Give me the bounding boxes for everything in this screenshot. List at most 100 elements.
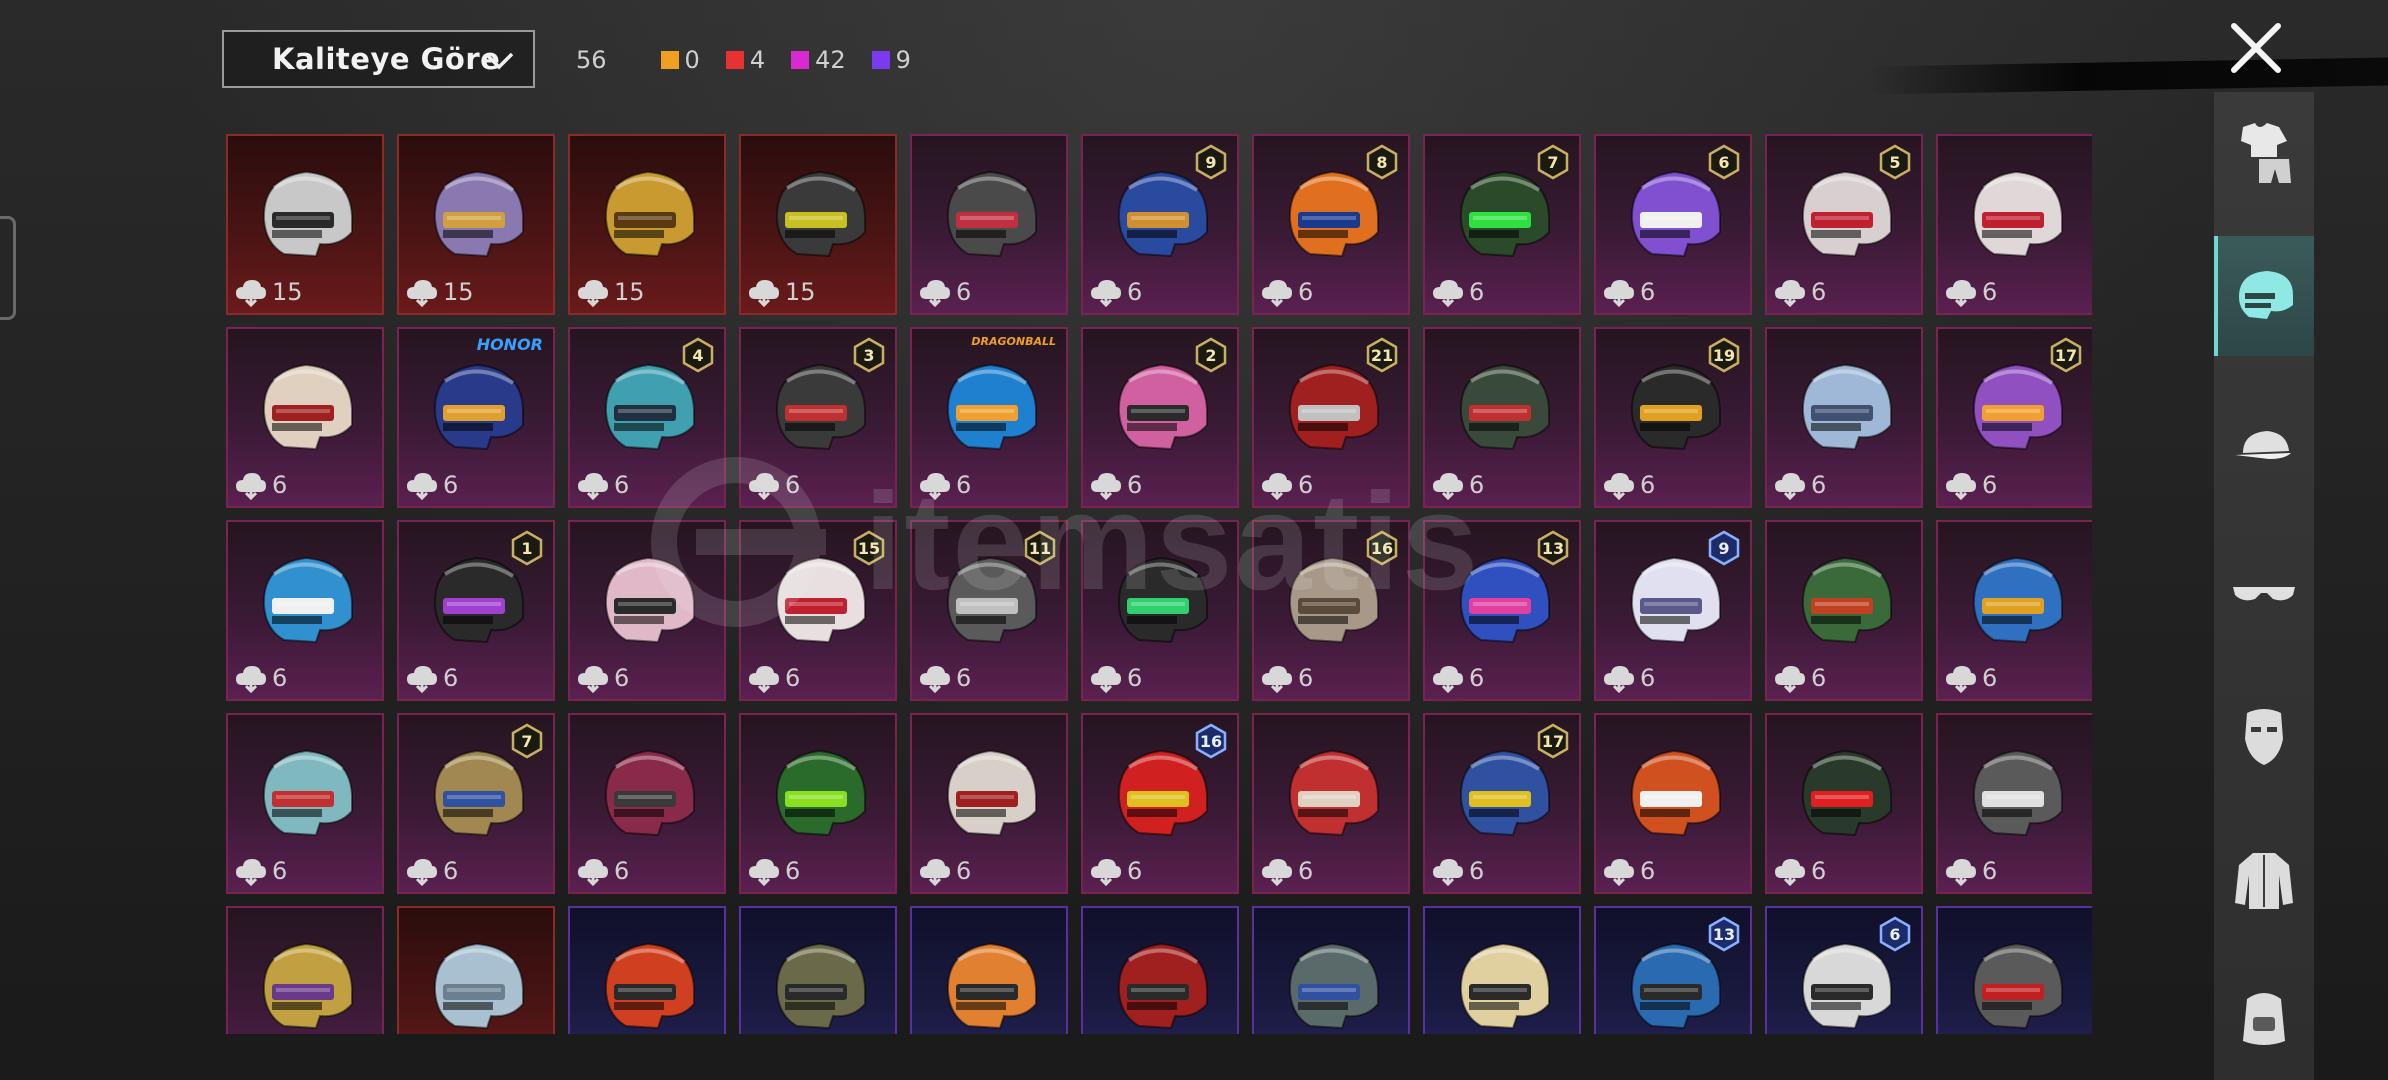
item-cost: 6 — [1602, 470, 1655, 500]
inventory-item-tile[interactable]: 6 — [568, 520, 726, 701]
helmet-item-icon — [946, 942, 1037, 1030]
inventory-item-tile[interactable]: 6 — [226, 327, 384, 508]
inventory-item-tile[interactable]: 6 — [1936, 520, 2092, 701]
item-cost-value: 6 — [1982, 857, 1998, 885]
inventory-item-tile[interactable]: 15 6 — [739, 520, 897, 701]
item-cost: 6 — [1089, 663, 1142, 693]
inventory-item-tile[interactable]: 76 — [1423, 134, 1581, 315]
sidebar-item-helmet[interactable] — [2214, 236, 2314, 356]
helmet-item-icon — [433, 363, 524, 451]
item-cost: 6 — [1089, 856, 1142, 886]
inventory-item-tile[interactable]: 15 — [739, 134, 897, 315]
helmet-item-icon — [775, 942, 866, 1030]
inventory-item-tile[interactable]: 36 — [739, 327, 897, 508]
inventory-item-tile[interactable]: 6 — [1081, 520, 1239, 701]
total-count: 56 — [576, 46, 607, 74]
level-badge: 11 — [1022, 530, 1058, 566]
inventory-item-tile[interactable]: 6 — [739, 713, 897, 894]
inventory-item-tile[interactable]: 96 — [1594, 520, 1752, 701]
cloud-currency-icon — [578, 473, 608, 500]
inventory-item-tile[interactable]: 13 6 — [1423, 520, 1581, 701]
inventory-item-tile[interactable]: 46 — [568, 327, 726, 508]
inventory-item-tile[interactable]: 15 — [568, 134, 726, 315]
helmet-item-icon — [946, 170, 1037, 258]
inventory-item-tile[interactable]: 6 — [1765, 327, 1923, 508]
sidebar-item-mask[interactable] — [2214, 676, 2314, 796]
inventory-item-tile[interactable]: 76 — [397, 713, 555, 894]
inventory-item-tile[interactable] — [397, 906, 555, 1034]
inventory-item-tile[interactable]: 6 — [1936, 713, 2092, 894]
left-edge-handle[interactable] — [0, 216, 16, 320]
item-cost-value: 6 — [1127, 664, 1143, 692]
inventory-item-tile[interactable]: 16 — [397, 520, 555, 701]
inventory-item-tile[interactable]: 6 — [1594, 713, 1752, 894]
inventory-item-tile[interactable]: 6 — [226, 713, 384, 894]
inventory-item-tile[interactable] — [226, 906, 384, 1034]
quality-swatch — [660, 51, 679, 69]
inventory-item-tile[interactable] — [910, 906, 1068, 1034]
level-badge: 1 — [509, 530, 545, 566]
inventory-item-tile[interactable] — [1936, 906, 2092, 1034]
inventory-item-tile[interactable]: 15 — [226, 134, 384, 315]
inventory-item-tile[interactable]: 6 — [226, 520, 384, 701]
inventory-item-tile[interactable]: 6 — [910, 713, 1068, 894]
inventory-item-tile[interactable]: 13 — [1594, 906, 1752, 1034]
level-badge: 2 — [1193, 337, 1229, 373]
inventory-item-tile[interactable]: 56 — [1765, 134, 1923, 315]
quality-count-epic: 42 — [791, 46, 846, 74]
item-cost: 15 — [747, 277, 816, 307]
quality-count-legendary: 0 — [660, 46, 700, 74]
inventory-item-tile[interactable]: 6 — [910, 134, 1068, 315]
item-cost: 6 — [1773, 470, 1826, 500]
inventory-item-tile[interactable]: 6 — [1765, 713, 1923, 894]
level-badge: 9 — [1193, 144, 1229, 180]
item-cost-value: 6 — [956, 857, 972, 885]
inventory-item-tile[interactable]: 6 — [1765, 520, 1923, 701]
inventory-item-tile[interactable]: 16 6 — [1081, 713, 1239, 894]
inventory-item-tile[interactable]: 11 6 — [910, 520, 1068, 701]
level-badge: 17 — [1535, 723, 1571, 759]
item-cost: 6 — [405, 856, 458, 886]
inventory-item-tile[interactable]: 26 — [1081, 327, 1239, 508]
sidebar-item-cap[interactable] — [2214, 388, 2314, 508]
inventory-item-tile[interactable] — [1081, 906, 1239, 1034]
inventory-item-tile[interactable] — [1252, 906, 1410, 1034]
inventory-item-tile[interactable]: 17 6 — [1936, 327, 2092, 508]
inventory-item-tile[interactable]: 86 — [1252, 134, 1410, 315]
inventory-item-tile[interactable]: DRAGONBALL 6 — [910, 327, 1068, 508]
inventory-item-tile[interactable]: 6 — [568, 713, 726, 894]
inventory-item-tile[interactable]: 66 — [1594, 134, 1752, 315]
inventory-item-tile[interactable]: 6 — [1936, 134, 2092, 315]
item-cost: 6 — [1944, 277, 1997, 307]
cloud-currency-icon — [1262, 666, 1292, 693]
cloud-currency-icon — [578, 859, 608, 886]
inventory-item-tile[interactable]: 15 — [397, 134, 555, 315]
inventory-item-tile[interactable]: HONOR 6 — [397, 327, 555, 508]
cloud-currency-icon — [1433, 473, 1463, 500]
inventory-item-tile[interactable]: 17 6 — [1423, 713, 1581, 894]
inventory-item-tile[interactable] — [568, 906, 726, 1034]
item-cost-value: 6 — [785, 471, 801, 499]
inventory-item-tile[interactable]: 6 — [1252, 713, 1410, 894]
helmet-item-icon — [1972, 942, 2063, 1030]
sidebar-item-backpack[interactable] — [2214, 958, 2314, 1078]
helmet-item-icon — [604, 942, 695, 1030]
helmet-item-icon — [946, 363, 1037, 451]
quality-count-rare: 9 — [871, 46, 911, 74]
item-cost-value: 6 — [956, 471, 972, 499]
sidebar-item-jacket[interactable] — [2214, 820, 2314, 940]
inventory-item-tile[interactable]: 6 — [1423, 327, 1581, 508]
item-cost-value: 6 — [1811, 278, 1827, 306]
inventory-item-tile[interactable]: 96 — [1081, 134, 1239, 315]
inventory-item-tile[interactable] — [1423, 906, 1581, 1034]
sidebar-item-outfit[interactable] — [2214, 92, 2314, 212]
inventory-item-tile[interactable]: 21 6 — [1252, 327, 1410, 508]
inventory-item-tile[interactable]: 16 6 — [1252, 520, 1410, 701]
inventory-item-tile[interactable]: 19 6 — [1594, 327, 1752, 508]
inventory-item-tile[interactable] — [739, 906, 897, 1034]
sort-dropdown[interactable]: Kaliteye Göre — [222, 30, 535, 88]
close-button[interactable] — [2228, 20, 2284, 76]
sidebar-item-glasses[interactable] — [2214, 532, 2314, 652]
inventory-item-tile[interactable]: 6 — [1765, 906, 1923, 1034]
item-cost-value: 15 — [785, 278, 816, 306]
